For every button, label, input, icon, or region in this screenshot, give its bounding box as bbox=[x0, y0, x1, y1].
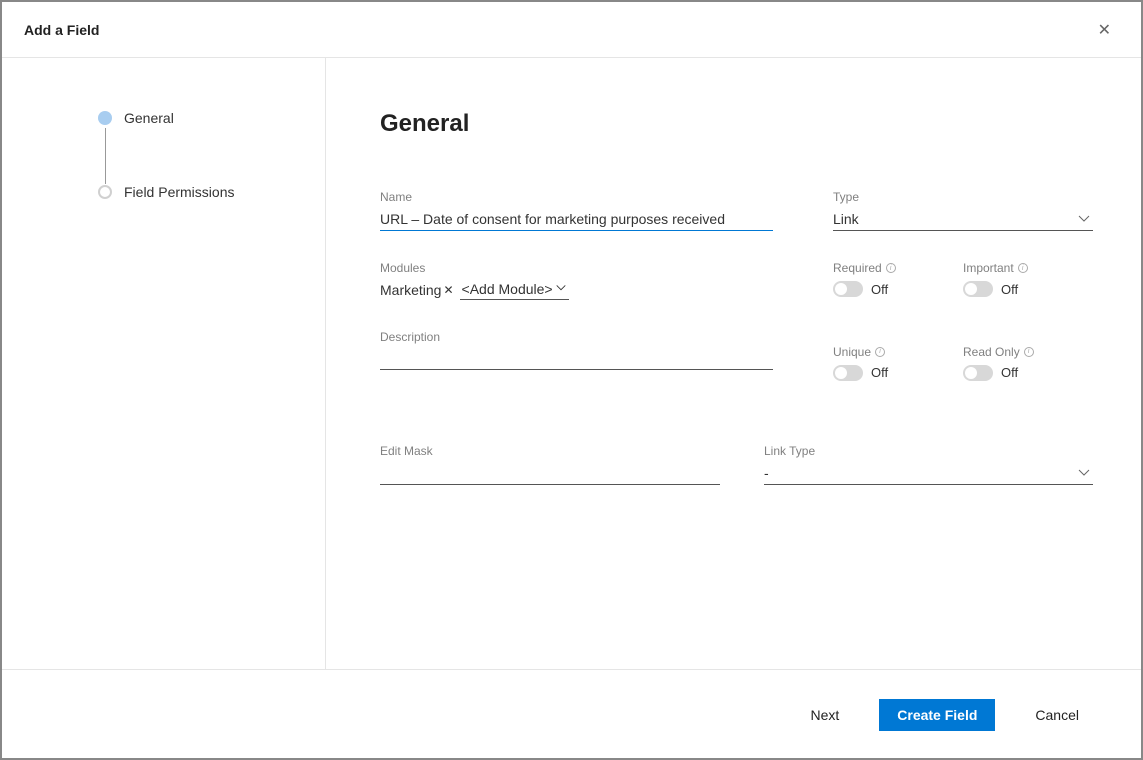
info-icon[interactable]: i bbox=[1018, 263, 1028, 273]
edit-mask-input[interactable] bbox=[380, 462, 720, 485]
type-select[interactable] bbox=[833, 208, 1093, 231]
important-toggle[interactable]: Off bbox=[963, 281, 1093, 297]
toggle-state: Off bbox=[871, 282, 888, 297]
required-label: Required i bbox=[833, 261, 963, 275]
module-chip-marketing: Marketing ✕ bbox=[380, 282, 454, 298]
dialog-header: Add a Field ✕ bbox=[2, 2, 1141, 58]
dialog-footer: Next Create Field Cancel bbox=[2, 669, 1141, 759]
toggle-switch[interactable] bbox=[963, 365, 993, 381]
name-input[interactable] bbox=[380, 208, 773, 231]
remove-chip-icon[interactable]: ✕ bbox=[443, 283, 453, 297]
unique-toggle[interactable]: Off bbox=[833, 365, 963, 381]
form-grid: Name Type Modules bbox=[380, 190, 1093, 400]
info-icon[interactable]: i bbox=[1024, 347, 1034, 357]
modules-row: Marketing ✕ <Add Module> bbox=[380, 279, 773, 300]
add-module-button[interactable]: <Add Module> bbox=[460, 279, 569, 300]
type-value[interactable] bbox=[833, 208, 1093, 231]
link-type-value[interactable] bbox=[764, 462, 1093, 485]
info-icon[interactable]: i bbox=[875, 347, 885, 357]
name-field-group: Name bbox=[380, 190, 773, 231]
required-toggle[interactable]: Off bbox=[833, 281, 963, 297]
important-toggle-group: Important i Off bbox=[963, 261, 1093, 317]
wizard-steps-sidebar: General Field Permissions bbox=[2, 58, 326, 669]
toggle-switch[interactable] bbox=[833, 281, 863, 297]
modules-field-group: Modules Marketing ✕ <Add Module> bbox=[380, 261, 773, 300]
edit-mask-label: Edit Mask bbox=[380, 444, 720, 458]
info-icon[interactable]: i bbox=[886, 263, 896, 273]
create-field-button[interactable]: Create Field bbox=[879, 699, 995, 731]
link-type-select[interactable] bbox=[764, 462, 1093, 485]
section-title: General bbox=[380, 110, 1093, 138]
toggle-switch[interactable] bbox=[963, 281, 993, 297]
readonly-toggle-group: Read Only i Off bbox=[963, 345, 1093, 401]
step-dot-inactive-icon bbox=[98, 185, 112, 199]
name-label: Name bbox=[380, 190, 773, 204]
step-label: General bbox=[124, 110, 174, 126]
readonly-toggle[interactable]: Off bbox=[963, 365, 1093, 381]
step-field-permissions[interactable]: Field Permissions bbox=[98, 184, 325, 200]
edit-mask-field-group: Edit Mask bbox=[380, 444, 720, 485]
step-dot-active-icon bbox=[98, 111, 112, 125]
step-connector bbox=[105, 128, 106, 184]
toggle-state: Off bbox=[1001, 365, 1018, 380]
required-toggle-group: Required i Off bbox=[833, 261, 963, 317]
module-chip-label: Marketing bbox=[380, 282, 441, 298]
type-field-group: Type bbox=[833, 190, 1093, 231]
toggle-switch[interactable] bbox=[833, 365, 863, 381]
description-field-group: Description bbox=[380, 330, 773, 370]
step-general[interactable]: General bbox=[98, 110, 325, 126]
important-label: Important i bbox=[963, 261, 1093, 275]
cancel-button[interactable]: Cancel bbox=[1017, 699, 1097, 731]
section-editmask-linktype: Edit Mask Link Type bbox=[380, 444, 1093, 515]
dialog-body: General Field Permissions General Name T… bbox=[2, 58, 1141, 669]
chevron-down-icon bbox=[555, 281, 567, 297]
type-label: Type bbox=[833, 190, 1093, 204]
link-type-field-group: Link Type bbox=[764, 444, 1093, 485]
modules-label: Modules bbox=[380, 261, 773, 275]
main-panel: General Name Type Modules bbox=[326, 58, 1141, 669]
readonly-label: Read Only i bbox=[963, 345, 1093, 359]
add-module-label: <Add Module> bbox=[462, 281, 553, 297]
step-label: Field Permissions bbox=[124, 184, 234, 200]
description-input[interactable] bbox=[380, 348, 773, 370]
unique-toggle-group: Unique i Off bbox=[833, 345, 963, 401]
close-icon[interactable]: ✕ bbox=[1090, 16, 1119, 44]
toggle-state: Off bbox=[871, 365, 888, 380]
unique-label: Unique i bbox=[833, 345, 963, 359]
dialog-title: Add a Field bbox=[24, 22, 99, 38]
toggle-state: Off bbox=[1001, 282, 1018, 297]
next-button[interactable]: Next bbox=[792, 699, 857, 731]
toggle-grid: Required i Off Important i Of bbox=[833, 261, 1093, 400]
description-label: Description bbox=[380, 330, 773, 344]
link-type-label: Link Type bbox=[764, 444, 1093, 458]
modules-description-column: Modules Marketing ✕ <Add Module> bbox=[380, 261, 773, 400]
